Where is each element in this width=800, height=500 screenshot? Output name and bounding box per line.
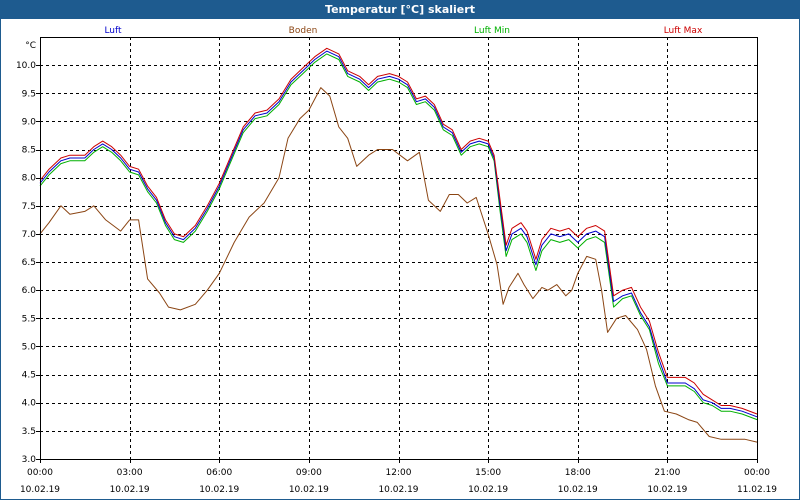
legend-item-luft-min: Luft Min (474, 26, 510, 36)
y-tick-label: 9.5 (22, 89, 36, 99)
legend-item-boden: Boden (289, 26, 318, 36)
y-tick-label: 7.0 (22, 230, 37, 240)
y-tick-label: 5.5 (22, 314, 36, 324)
y-tick-label: 3.0 (22, 455, 37, 465)
y-tick-label: 9.0 (22, 117, 37, 127)
y-tick-label: 6.5 (22, 258, 36, 268)
series-lines (39, 47, 758, 443)
y-axis-ticks: 3.0 3.5 4.0 4.5 5.0 5.5 6.0 6.5 7.0 7.5 8.0 8.5 9.0 9… (16, 61, 40, 465)
x-tick-date-label: 10.02.19 (289, 485, 329, 495)
y-tick-label: 8.0 (22, 174, 37, 184)
x-tick-date-label: 10.02.19 (20, 485, 60, 495)
x-tick-time-label: 09:00 (296, 468, 322, 478)
x-tick-date-label: 10.02.19 (199, 485, 239, 495)
x-tick-date-label: 10.02.19 (468, 485, 508, 495)
y-tick-label: 5.0 (22, 342, 37, 352)
y-axis-unit-label: °C (25, 41, 36, 51)
x-tick-time-label: 18:00 (565, 468, 591, 478)
series-line-luft-max (39, 47, 758, 415)
x-tick-date-label: 10.02.19 (647, 485, 687, 495)
y-tick-label: 7.5 (22, 202, 36, 212)
series-line-boden (39, 87, 758, 443)
y-tick-label: 6.0 (22, 286, 37, 296)
x-tick-date-label: 10.02.19 (110, 485, 150, 495)
x-tick-time-label: 21:00 (654, 468, 680, 478)
x-tick-date-label: 10.02.19 (558, 485, 598, 495)
x-tick-date-label: 11.02.19 (737, 485, 777, 495)
legend-item-luft: Luft (104, 26, 122, 36)
x-tick-time-label: 03:00 (117, 468, 143, 478)
x-tick-time-label: 15:00 (475, 468, 501, 478)
y-tick-label: 8.5 (22, 146, 36, 156)
y-tick-label: 10.0 (16, 61, 36, 71)
x-tick-time-label: 06:00 (206, 468, 232, 478)
y-tick-label: 4.5 (22, 371, 36, 381)
y-tick-label: 3.5 (22, 427, 36, 437)
x-tick-date-label: 10.02.19 (378, 485, 418, 495)
y-tick-label: 4.0 (22, 399, 37, 409)
x-axis-ticks: 00:00 10.02.19 03:00 10.02.19 06:00 10.02.19 0… (20, 459, 777, 495)
x-tick-time-label: 12:00 (386, 468, 412, 478)
x-tick-time-label: 00:00 (744, 468, 770, 478)
legend: Luft Boden Luft Min Luft Max (104, 26, 703, 36)
x-tick-time-label: 00:00 (27, 468, 53, 478)
temperature-chart: °C 3.0 3.5 4.0 4.5 5.0 5.5 6.0 6.5 7.0 7.5 8.0 8.5 9… (16, 26, 777, 495)
grid-lines (40, 37, 757, 459)
series-line-luft-min (39, 53, 758, 421)
legend-item-luft-max: Luft Max (664, 26, 703, 36)
